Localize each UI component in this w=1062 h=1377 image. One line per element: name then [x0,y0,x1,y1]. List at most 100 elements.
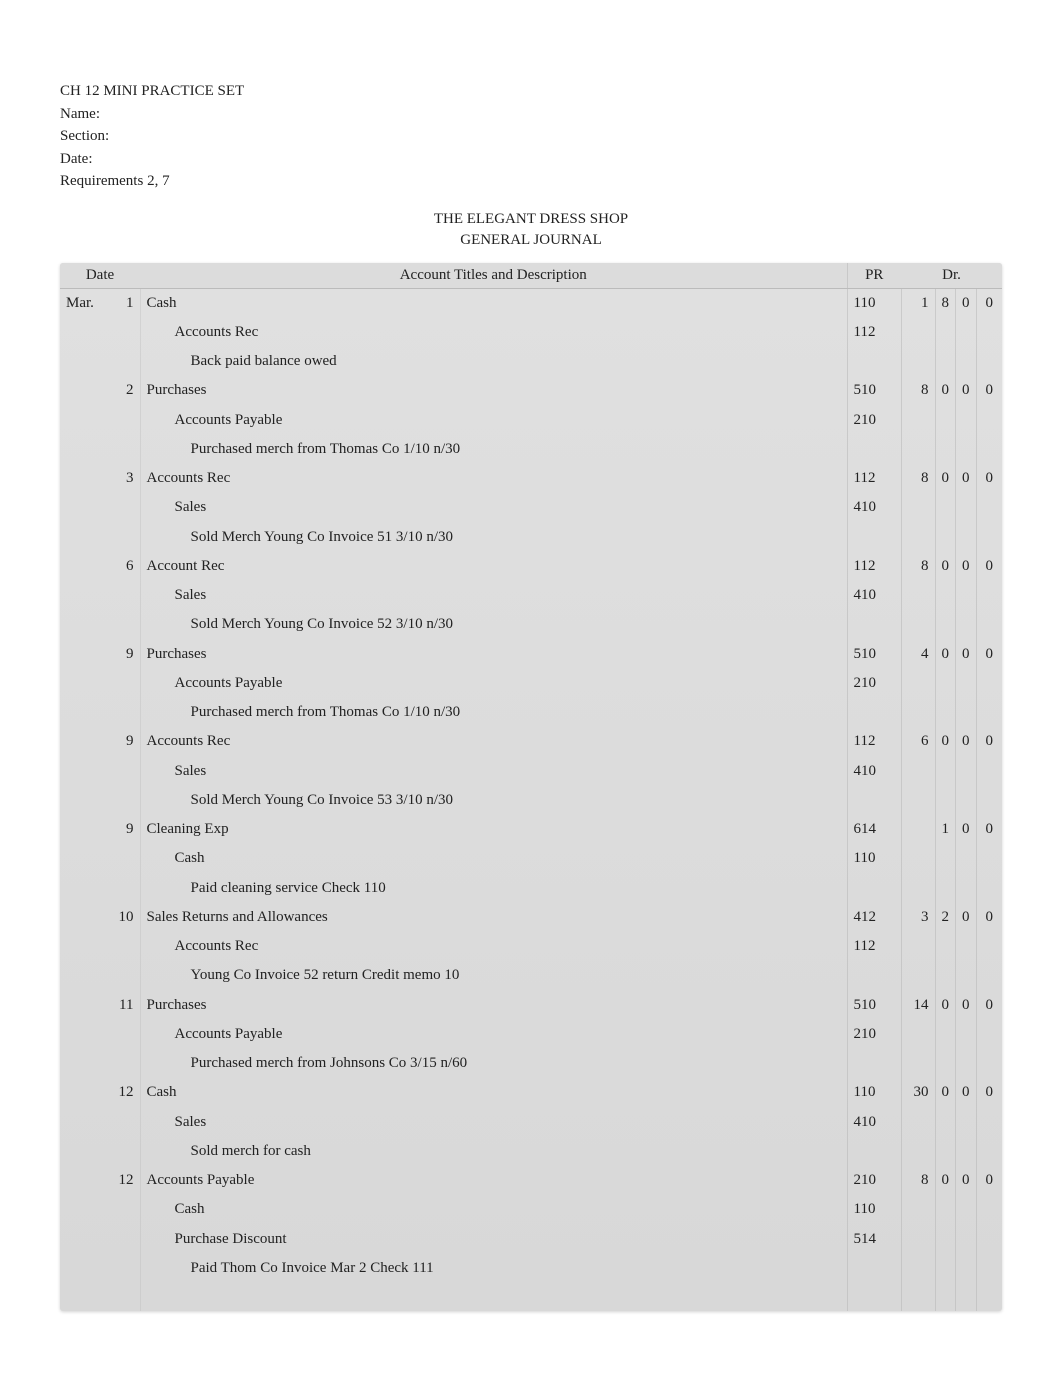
pr-cell [847,523,901,552]
line-text: Purchases [147,997,207,1013]
pr-cell: 514 [847,1225,901,1254]
header-date: Date [60,263,140,289]
dr-digit-cell [901,961,935,990]
account-title: Sales Returns and Allowances [140,903,847,932]
day-cell [108,493,140,522]
pr-cell [847,435,901,464]
dr-digit-cell [935,1108,956,1137]
pr-cell: 510 [847,376,901,405]
pr-cell [847,610,901,639]
dr-digit-cell: 14 [901,991,935,1020]
table-row: 12Cash11030000 [60,1078,1002,1107]
trailing-empty-row [60,1283,1002,1311]
line-text: Cash [147,1201,205,1217]
document-name: GENERAL JOURNAL [60,230,1002,251]
month-cell [60,640,108,669]
dr-digit-cell: 6 [901,727,935,756]
pr-cell: 112 [847,727,901,756]
pr-cell: 112 [847,318,901,347]
table-row: Cash 110 [60,1195,1002,1224]
day-cell [108,698,140,727]
dr-digit-cell: 0 [935,991,956,1020]
dr-digit-cell: 0 [956,727,977,756]
month-cell [60,669,108,698]
day-cell [108,523,140,552]
table-header-row: Date Account Titles and Description PR D… [60,263,1002,289]
line-text: Purchases [147,382,207,398]
line-text: Account Rec [147,558,225,574]
month-cell [60,1020,108,1049]
dr-digit-cell: 8 [901,464,935,493]
dr-digit-cell [956,874,977,903]
pr-cell: 410 [847,757,901,786]
account-title: Purchase Discount [140,1225,847,1254]
pr-cell: 510 [847,640,901,669]
dr-digit-cell [976,786,1002,815]
dr-digit-cell [976,757,1002,786]
table-row: Sales410 [60,1108,1002,1137]
line-text: Accounts Rec [147,470,231,486]
line-text: Accounts Payable [147,1026,283,1042]
dr-digit-cell: 0 [956,376,977,405]
day-cell [108,844,140,873]
line-text: Back paid balance owed [147,353,337,369]
report-titles: THE ELEGANT DRESS SHOP GENERAL JOURNAL [60,209,1002,251]
dr-digit-cell: 0 [935,727,956,756]
dr-digit-cell [901,1108,935,1137]
day-cell: 3 [108,464,140,493]
day-cell: 9 [108,640,140,669]
pr-cell: 112 [847,464,901,493]
dr-digit-cell [901,1020,935,1049]
table-row: Accounts Payable210 [60,406,1002,435]
line-text: Paid Thom Co Invoice Mar 2 Check 111 [147,1260,434,1276]
dr-digit-cell: 0 [956,288,977,318]
dr-digit-cell [976,1108,1002,1137]
pr-cell: 110 [847,1078,901,1107]
month-cell [60,406,108,435]
dr-digit-cell [976,581,1002,610]
line-text: Accounts Rec [147,324,259,340]
month-cell [60,347,108,376]
line-text: Purchased merch from Johnsons Co 3/15 n/… [147,1055,468,1071]
dr-digit-cell [956,347,977,376]
pr-cell: 210 [847,1166,901,1195]
day-cell: 2 [108,376,140,405]
dr-digit-cell: 0 [976,288,1002,318]
dr-digit-cell [976,406,1002,435]
dr-digit-cell [935,669,956,698]
pr-cell: 110 [847,1195,901,1224]
dr-digit-cell [901,1254,935,1283]
table-row: Paid Thom Co Invoice Mar 2 Check 111 [60,1254,1002,1283]
dr-digit-cell [956,1020,977,1049]
dr-digit-cell [901,523,935,552]
dr-digit-cell [956,961,977,990]
empty-cell [901,1283,935,1311]
pr-cell: 110 [847,844,901,873]
line-text: Accounts Payable [147,412,283,428]
day-cell [108,406,140,435]
dr-digit-cell: 0 [956,640,977,669]
account-title: Sales [140,493,847,522]
month-cell [60,698,108,727]
table-row: 6Account Rec1128000 [60,552,1002,581]
day-cell: 9 [108,727,140,756]
day-cell: 6 [108,552,140,581]
month-cell [60,523,108,552]
dr-digit-cell [976,1254,1002,1283]
account-title: Accounts Rec [140,464,847,493]
month-cell [60,1225,108,1254]
day-cell: 9 [108,815,140,844]
dr-digit-cell [956,844,977,873]
month-cell [60,1078,108,1107]
day-cell [108,1049,140,1078]
table-row: 2Purchases5108000 [60,376,1002,405]
account-title: Accounts Payable [140,406,847,435]
dr-digit-cell [935,581,956,610]
dr-digit-cell [901,815,935,844]
dr-digit-cell [956,610,977,639]
dr-digit-cell: 0 [935,1078,956,1107]
line-text: Sales [147,499,207,515]
table-row: Accounts Payable210 [60,1020,1002,1049]
line-text: Sold Merch Young Co Invoice 53 3/10 n/30 [147,792,454,808]
day-cell [108,874,140,903]
